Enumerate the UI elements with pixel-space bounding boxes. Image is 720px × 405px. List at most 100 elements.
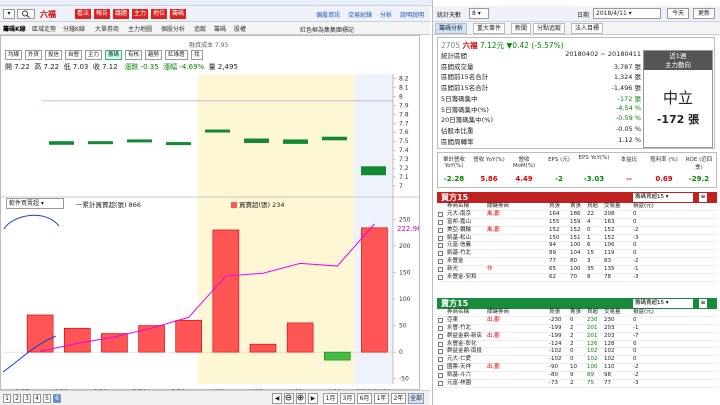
red-button-2[interactable]: 報告 <box>94 9 111 19</box>
red-button-1[interactable]: 看法 <box>75 9 92 19</box>
broker-row[interactable]: 富邦-嘉山 155 159 4 163 0 <box>437 219 717 227</box>
tab-equity[interactable]: 股權 <box>234 24 246 33</box>
broker-row[interactable]: 永豐金 77 80 3 83 -2 <box>437 258 717 267</box>
tab-chip[interactable]: 籌碼 <box>214 24 226 33</box>
zoom-out-button[interactable] <box>284 393 294 404</box>
red-button-4[interactable]: 主力 <box>132 9 149 19</box>
broker-row[interactable]: 新光 作 65 100 35 135 -1 <box>437 266 717 275</box>
stock-combo[interactable]: ▾ <box>3 9 15 19</box>
subtab-trust[interactable]: 投信 <box>45 50 63 60</box>
sell-export-button[interactable]: ≡ <box>699 299 707 308</box>
row-checkbox[interactable] <box>438 243 443 249</box>
tab-main-map[interactable]: 主力地圖 <box>128 24 152 33</box>
row-checkbox[interactable] <box>438 235 443 241</box>
broker-row[interactable]: 凱基-竹北 89 104 15 119 0 <box>437 250 717 259</box>
rtab-chip-analysis[interactable]: 籌碼分析 <box>435 23 468 34</box>
broker-row[interactable]: 亞東 出,觀 -230 0 230 230 0 <box>437 317 717 325</box>
row-checkbox[interactable] <box>438 333 443 339</box>
tab-track[interactable]: 追蹤 <box>194 24 206 33</box>
zoom-in-button[interactable] <box>296 393 306 404</box>
row-checkbox[interactable] <box>438 365 443 371</box>
subtab-dealer[interactable]: 自營 <box>65 50 83 60</box>
red-button-5[interactable]: 地位 <box>151 9 168 19</box>
page-5[interactable]: 5 <box>43 394 51 403</box>
link-trades[interactable]: 交易紀錄 <box>348 12 372 19</box>
tab-big-broker[interactable]: 大單券商 <box>95 24 119 33</box>
broker-row[interactable]: 凱基-松山 150 151 1 152 -3 <box>437 235 717 243</box>
scroll-left-button[interactable]: ◀ <box>272 393 282 404</box>
broker-row[interactable]: 元富-信義 94 100 6 106 0 <box>437 242 717 251</box>
refresh-button[interactable]: 更新 <box>693 8 715 19</box>
subtab-chip[interactable]: 籌碼 <box>105 50 123 60</box>
row-checkbox[interactable] <box>438 219 443 225</box>
sell-select[interactable]: 籌碼賣超15 ▾ <box>633 299 693 308</box>
tab-stock-analysis[interactable]: 個股分析 <box>161 24 185 33</box>
broker-row[interactable]: 群益金鼎-南投 -102 0 102 102 0 <box>437 348 717 357</box>
date-input[interactable]: 2018/4/11 ▾ <box>593 8 661 19</box>
row-checkbox[interactable] <box>438 341 443 347</box>
broker-row[interactable]: 元大-仁愛 -102 0 102 102 0 <box>437 356 717 365</box>
broker-row[interactable]: 元大-南京 風,觀 164 186 22 208 0 <box>437 211 717 219</box>
broker-row[interactable]: 元富-林園 -73 2 75 77 -3 <box>437 380 717 388</box>
subtab-trend[interactable]: 趨勢 <box>145 50 163 60</box>
fund-header: EPS (元) <box>548 157 570 163</box>
buy-export-button[interactable]: ≡ <box>699 193 707 202</box>
link-info[interactable]: 個股資訊 <box>316 12 340 19</box>
page-6[interactable]: 6 <box>53 394 61 403</box>
tab-chip-kline[interactable]: 籌碼K線 <box>3 24 26 33</box>
rtab-targets[interactable]: 法人目標 <box>571 23 604 34</box>
today-button[interactable]: 今天 <box>667 8 689 19</box>
subtab-lights[interactable]: 紅綠燈 <box>165 50 188 60</box>
row-checkbox[interactable] <box>438 325 443 331</box>
zoom-6m[interactable]: 6月 <box>357 393 372 404</box>
row-checkbox[interactable] <box>438 317 443 323</box>
zoom-all[interactable]: 全部 <box>408 393 424 404</box>
row-checkbox[interactable] <box>438 211 443 217</box>
search-button[interactable] <box>17 9 35 19</box>
tab-minute-k[interactable]: 分鐘K線 <box>63 24 85 33</box>
page-2[interactable]: 2 <box>13 394 21 403</box>
rtab-events[interactable]: 重大事件 <box>473 23 506 34</box>
rtab-branch-track[interactable]: 分點追蹤 <box>533 23 566 34</box>
broker-row[interactable]: 永豐金-安和 62 70 8 78 -3 <box>437 274 717 282</box>
buy-select[interactable]: 籌碼買超15 ▾ <box>633 193 693 202</box>
page-4[interactable]: 4 <box>33 394 41 403</box>
subtab-find[interactable]: 找 <box>191 50 203 60</box>
page-1[interactable]: 1 <box>3 394 11 403</box>
row-checkbox[interactable] <box>438 275 443 281</box>
cell: 70 <box>570 274 577 281</box>
broker-row[interactable]: 凱基-斗六 -80 9 89 98 -2 <box>437 372 717 381</box>
zoom-1m[interactable]: 1月 <box>323 393 338 404</box>
subtab-main[interactable]: 主力 <box>85 50 103 60</box>
row-checkbox[interactable] <box>438 259 443 265</box>
subtab-ma[interactable]: 均線 <box>5 50 23 60</box>
link-help[interactable]: 說明說明 <box>400 12 424 19</box>
rtab-news[interactable]: 新聞 <box>511 23 532 34</box>
zoom-2y[interactable]: 2年 <box>391 393 406 404</box>
broker-row[interactable]: 群益金鼎-新店 出,觀 -199 2 201 203 -7 <box>437 333 717 341</box>
chart-canvas[interactable]: 8.2 8.1 8 7.9 7.8 7.7 7.6 7.5 7.4 7.3 7.2 7.1 7 250 20… <box>1 74 419 390</box>
red-button-3[interactable]: 議題 <box>113 9 130 19</box>
broker-row[interactable]: 美亞-鑽輪 風,觀 152 152 0 152 -2 <box>437 227 717 235</box>
row-checkbox[interactable] <box>438 349 443 355</box>
row-checkbox[interactable] <box>438 357 443 363</box>
broker-row[interactable]: 永豐-竹北 -199 2 201 203 -1 <box>437 325 717 333</box>
fund-value: -2 <box>555 175 563 183</box>
indicator-combo[interactable]: 軟件買賣超 ▾ <box>6 198 64 209</box>
row-checkbox[interactable] <box>438 251 443 257</box>
row-checkbox[interactable] <box>438 267 443 273</box>
row-checkbox[interactable] <box>438 373 443 379</box>
page-3[interactable]: 3 <box>23 394 31 403</box>
row-checkbox[interactable] <box>438 227 443 233</box>
red-button-6[interactable]: 籌碼 <box>170 9 187 19</box>
scroll-right-button[interactable]: ▶ <box>308 393 318 404</box>
subtab-core[interactable]: 有核 <box>125 50 143 60</box>
stats-days-select[interactable]: 8 ▾ <box>469 8 489 19</box>
broker-row[interactable]: 國票-天祥 出,觀 -90 10 100 110 -2 <box>437 364 717 373</box>
zoom-1y[interactable]: 1年 <box>374 393 389 404</box>
link-analysis[interactable]: 分析 <box>380 12 392 19</box>
zoom-3m[interactable]: 3月 <box>340 393 355 404</box>
subtab-foreign[interactable]: 外資 <box>25 50 43 60</box>
row-checkbox[interactable] <box>438 381 443 387</box>
tab-area[interactable]: 區域走勢 <box>32 24 56 33</box>
